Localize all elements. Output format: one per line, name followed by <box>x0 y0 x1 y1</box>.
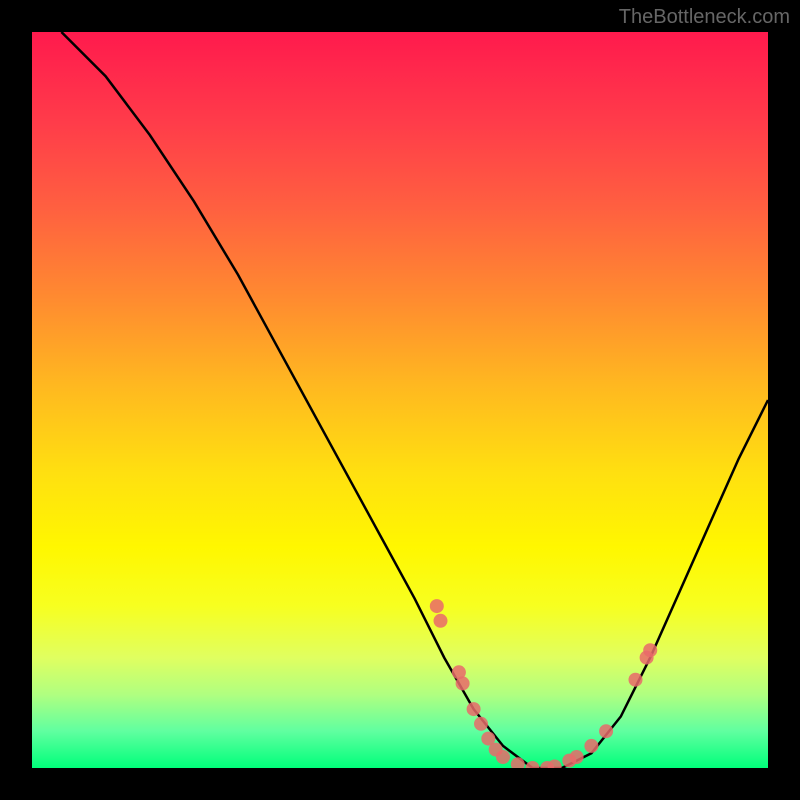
curve-svg <box>32 32 768 768</box>
data-point <box>474 717 488 731</box>
data-point <box>584 739 598 753</box>
data-point <box>496 750 510 764</box>
bottleneck-curve <box>61 32 768 768</box>
data-point <box>434 614 448 628</box>
data-point <box>629 673 643 687</box>
data-point <box>548 760 562 769</box>
watermark-text: TheBottleneck.com <box>619 6 790 29</box>
data-point <box>599 724 613 738</box>
plot-area <box>32 32 768 768</box>
data-point <box>430 599 444 613</box>
data-point <box>467 702 481 716</box>
data-point <box>526 761 540 768</box>
chart-container: TheBottleneck.com <box>0 0 800 800</box>
highlight-points <box>430 599 657 768</box>
data-point <box>511 757 525 768</box>
data-point <box>570 750 584 764</box>
data-point <box>643 643 657 657</box>
data-point <box>456 676 470 690</box>
